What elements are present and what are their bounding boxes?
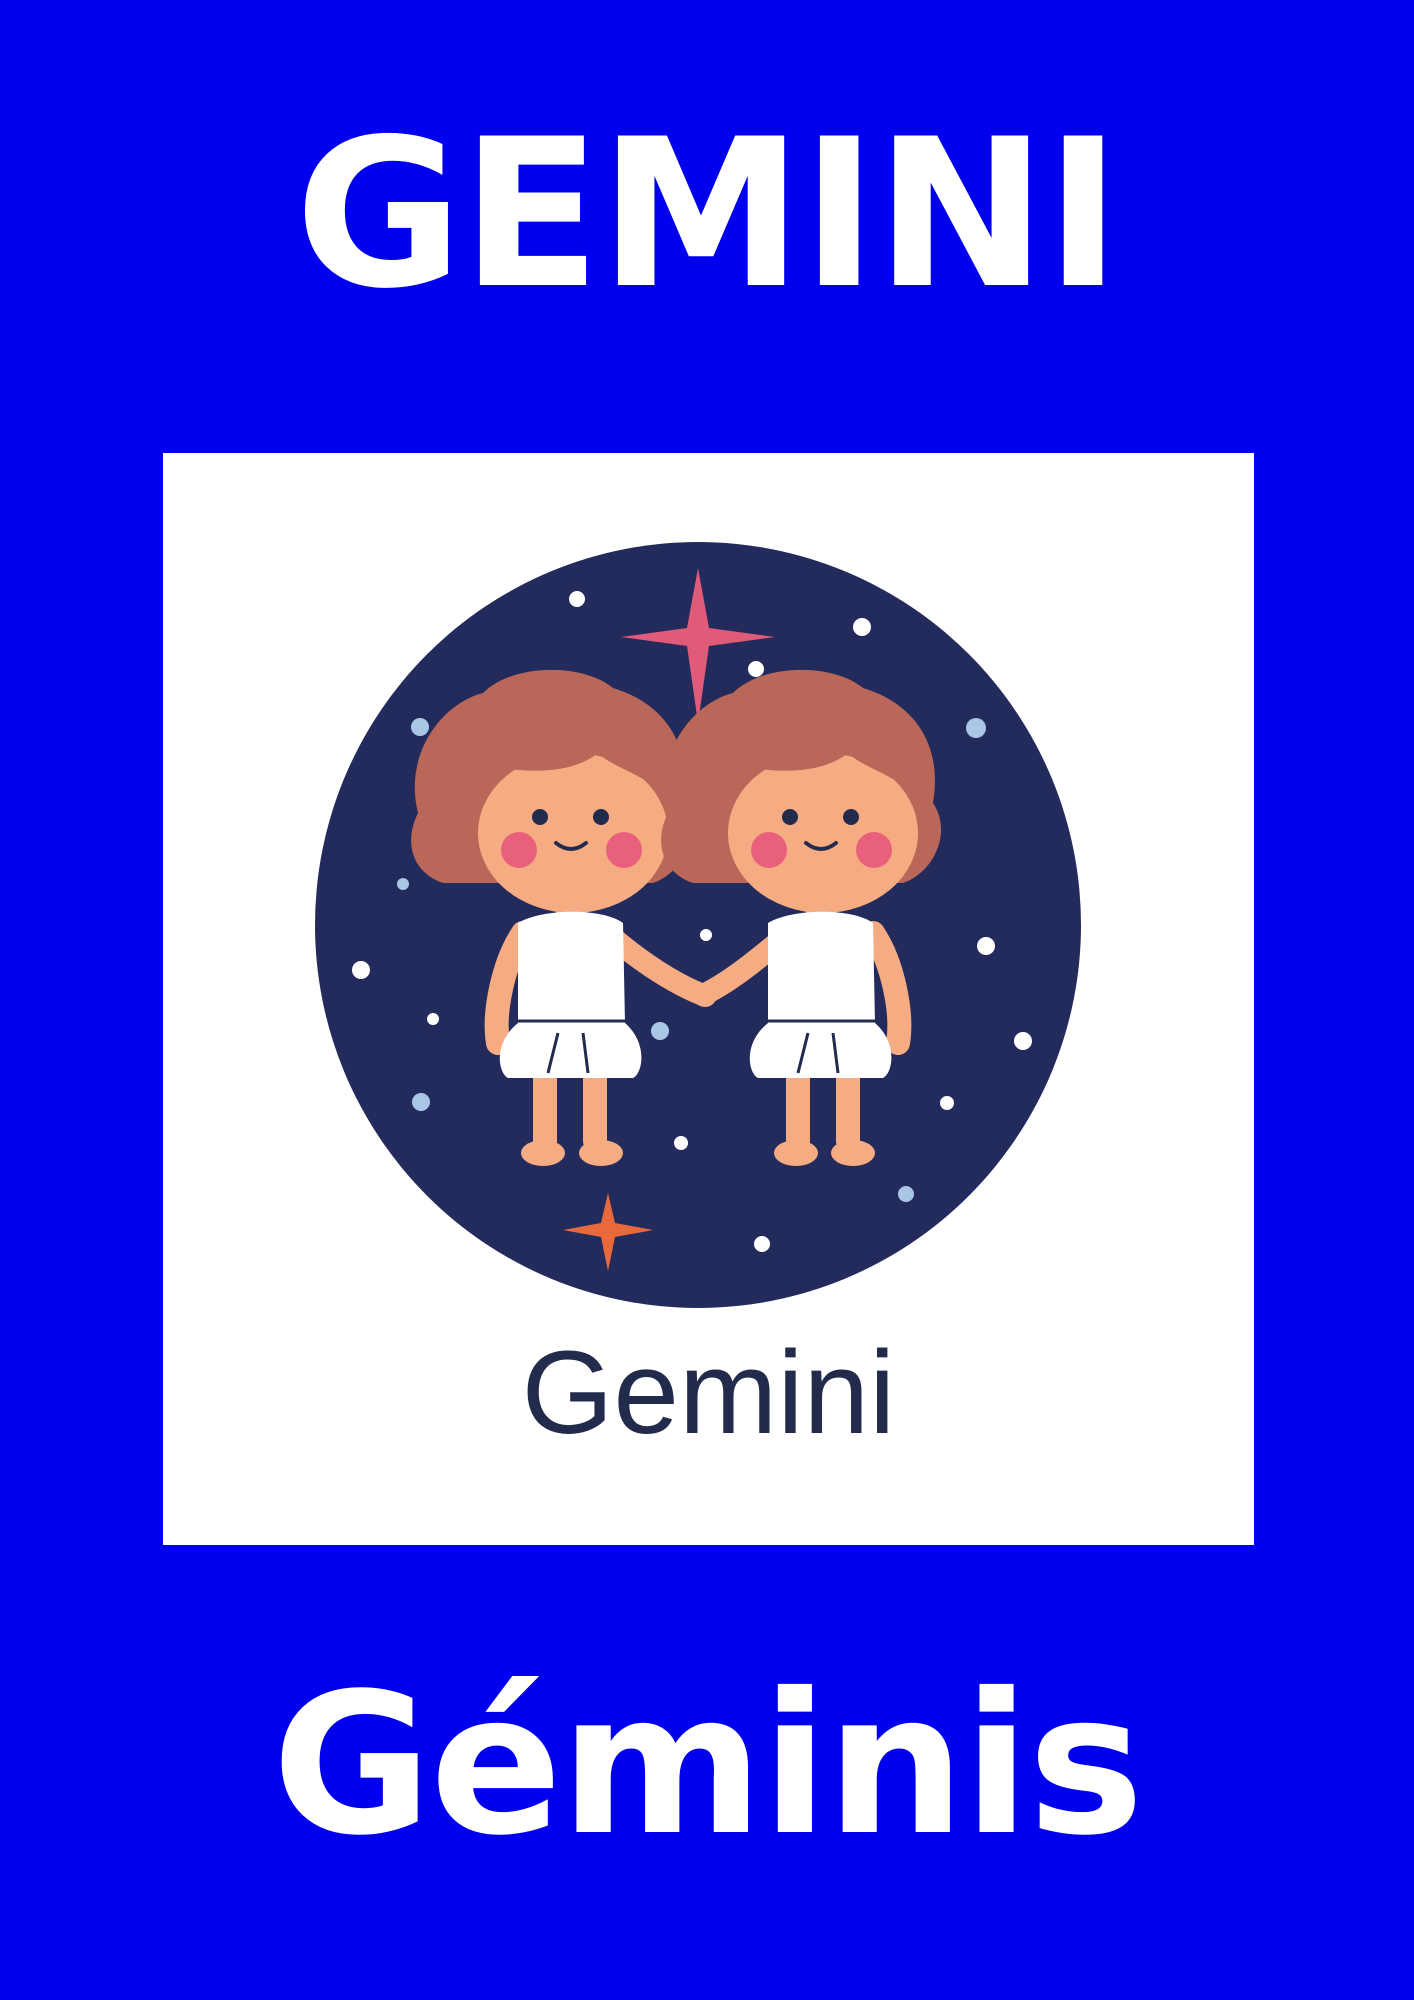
page-subtitle: Géminis (271, 1651, 1144, 1878)
clasped-hands (693, 983, 717, 1007)
illustration-caption: Gemini (521, 1327, 896, 1459)
page-title: GEMINI (294, 96, 1121, 334)
gemini-illustration-card: Gemini (163, 453, 1254, 1545)
